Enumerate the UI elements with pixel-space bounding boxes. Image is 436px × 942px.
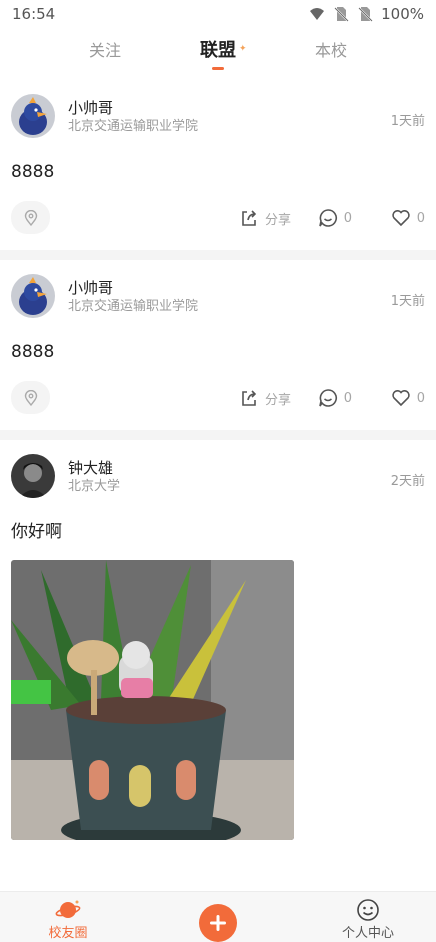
location-button[interactable] — [11, 201, 50, 234]
user-info: 小帅哥 北京交通运输职业学院 — [68, 94, 198, 136]
comment-count: 0 — [343, 390, 352, 406]
post-text: 你好啊 — [11, 522, 62, 542]
comment-icon — [318, 209, 337, 227]
comment-button[interactable]: 0 — [318, 208, 352, 228]
status-icons: 100% — [309, 5, 424, 23]
status-bar: 16:54 100% — [0, 0, 436, 28]
nav-profile[interactable]: 个人中心 — [318, 892, 418, 942]
comment-button[interactable]: 0 — [318, 388, 352, 408]
post-text: 8888 — [11, 162, 55, 182]
user-name[interactable]: 小帅哥 — [68, 278, 198, 298]
plus-icon — [210, 915, 226, 931]
nav-profile-label: 个人中心 — [341, 926, 394, 941]
post-text: 8888 — [11, 342, 55, 362]
user-info: 小帅哥 北京交通运输职业学院 — [68, 274, 198, 316]
bottom-nav: 校友圈 个人中心 — [0, 891, 436, 942]
like-count: 0 — [416, 210, 425, 226]
share-button[interactable]: 分享 — [239, 388, 291, 408]
post-separator — [0, 250, 436, 260]
battery-level: 100% — [381, 5, 424, 23]
user-name[interactable]: 钟大雄 — [68, 458, 120, 478]
like-button[interactable]: 0 — [391, 208, 425, 228]
share-label: 分享 — [264, 392, 291, 408]
post-header: 钟大雄 北京大学 — [11, 454, 425, 502]
post-actions: 分享 0 0 — [11, 184, 425, 250]
user-name[interactable]: 小帅哥 — [68, 98, 198, 118]
planet-icon — [55, 900, 81, 918]
sparkle-icon: ✦ — [238, 44, 247, 54]
post-separator — [0, 430, 436, 440]
app-screen: 16:54 100% 关注 联盟 ✦ 本校 小帅哥 北京交通运输职业学院 1天前… — [0, 0, 436, 942]
location-pin-icon — [24, 389, 37, 406]
no-sim-icon — [334, 7, 349, 22]
heart-icon — [392, 390, 410, 407]
tab-follow[interactable]: 关注 — [49, 36, 162, 72]
location-pin-icon — [24, 209, 37, 226]
avatar[interactable] — [11, 94, 55, 138]
share-label: 分享 — [264, 212, 291, 228]
user-school: 北京大学 — [68, 479, 121, 494]
avatar[interactable] — [11, 274, 55, 318]
post-actions: 分享 0 0 — [11, 364, 425, 430]
post-photo[interactable] — [11, 560, 294, 840]
post-time: 2天前 — [390, 474, 425, 489]
comment-count: 0 — [343, 210, 352, 226]
like-count: 0 — [416, 390, 425, 406]
comment-icon — [318, 389, 337, 407]
add-post-button[interactable] — [199, 904, 237, 942]
nav-home[interactable]: 校友圈 — [18, 892, 118, 942]
post-header: 小帅哥 北京交通运输职业学院 — [11, 94, 425, 142]
post-feed: 小帅哥 北京交通运输职业学院 1天前 8888 分享 0 0 小帅哥 北京交通运… — [0, 80, 436, 840]
like-button[interactable]: 0 — [391, 388, 425, 408]
status-time: 16:54 — [12, 5, 56, 23]
post-time: 1天前 — [390, 294, 425, 309]
post-card[interactable]: 小帅哥 北京交通运输职业学院 1天前 8888 分享 0 0 — [0, 80, 436, 250]
tab-alliance[interactable]: 联盟 ✦ — [162, 36, 275, 72]
heart-icon — [392, 210, 410, 227]
post-card[interactable]: 钟大雄 北京大学 2天前 你好啊 — [0, 440, 436, 840]
avatar[interactable] — [11, 454, 55, 498]
user-school: 北京交通运输职业学院 — [68, 299, 199, 314]
share-icon — [242, 210, 257, 226]
share-icon — [242, 390, 257, 406]
nav-home-label: 校友圈 — [48, 926, 88, 941]
user-school: 北京交通运输职业学院 — [68, 119, 199, 134]
tab-active-indicator — [212, 67, 224, 70]
feed-tabs: 关注 联盟 ✦ 本校 — [0, 36, 436, 72]
share-button[interactable]: 分享 — [239, 208, 291, 228]
user-info: 钟大雄 北京大学 — [68, 454, 120, 496]
post-time: 1天前 — [390, 114, 425, 129]
post-header: 小帅哥 北京交通运输职业学院 — [11, 274, 425, 322]
location-button[interactable] — [11, 381, 50, 414]
tab-school[interactable]: 本校 — [275, 36, 388, 72]
post-card[interactable]: 小帅哥 北京交通运输职业学院 1天前 8888 分享 0 0 — [0, 260, 436, 430]
wifi-icon — [310, 8, 325, 20]
smiley-icon — [357, 899, 379, 921]
no-sim-icon — [358, 7, 373, 22]
